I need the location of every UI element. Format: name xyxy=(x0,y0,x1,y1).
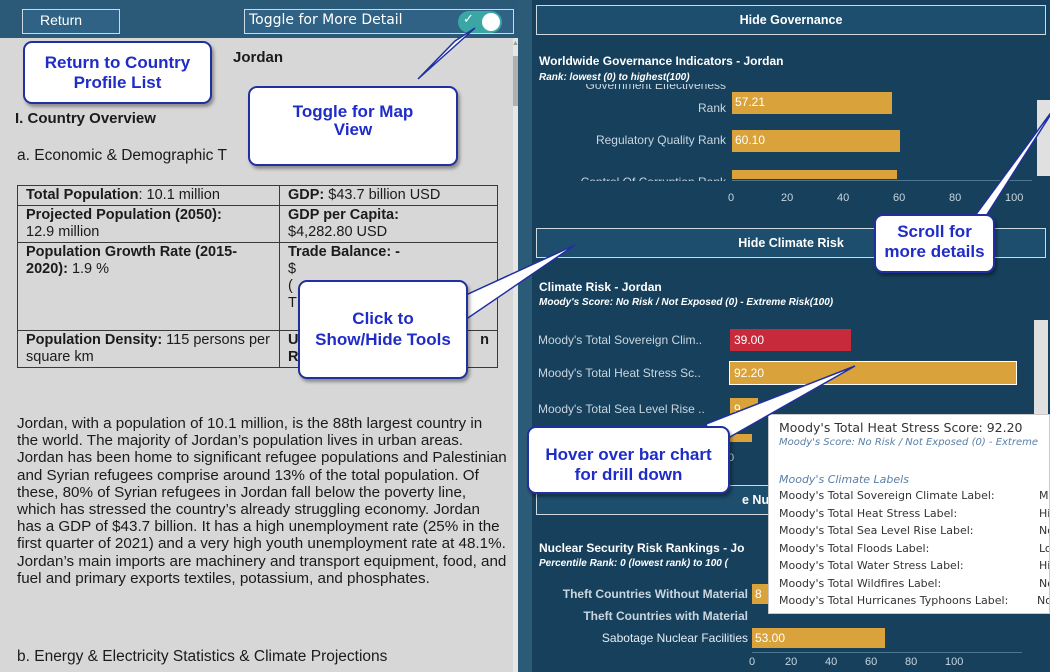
bar-value-label: 8 xyxy=(755,587,762,601)
bar-value-label: 57.21 xyxy=(735,95,766,109)
drilldown-tooltip: Moody's Total Heat Stress Score: 92.20 M… xyxy=(768,414,1050,614)
tooltip-row-value: Hi xyxy=(1039,559,1050,572)
governance-chart-subtitle: Rank: lowest (0) to highest(100) xyxy=(539,72,690,83)
table-row: Projected Population (2050): 12.9 million… xyxy=(17,205,498,243)
axis-tick-label: 100 xyxy=(1005,192,1024,204)
bar-label: Sabotage Nuclear Facilities xyxy=(601,631,748,645)
bar-label: Regulatory Quality Rank xyxy=(595,133,726,147)
bar-label: Theft Countries Without Material xyxy=(562,587,748,601)
toggle-knob xyxy=(482,13,500,31)
tooltip-row-label: Moody's Total Heat Stress Label: xyxy=(779,506,958,520)
detail-toggle-switch[interactable]: ✓ xyxy=(458,11,502,33)
table-row: Total Population: 10.1 million GDP: $43.… xyxy=(17,185,498,206)
tooltip-row-value: Lo xyxy=(1039,541,1049,555)
tooltip-row-value: No xyxy=(1037,594,1049,607)
bar-value-label: 60.10 xyxy=(735,133,766,147)
axis-tick-label: 80 xyxy=(905,656,918,668)
axis-tick-label: 40 xyxy=(837,192,850,204)
subsection-heading: a. Economic & Demographic T xyxy=(17,147,227,164)
tooltip-row-value: No xyxy=(1039,524,1049,537)
bar[interactable] xyxy=(729,361,1017,385)
table-cell: GDP: $43.7 billion USD xyxy=(279,185,498,206)
bar-label: Moody's Total Sovereign Clim.. xyxy=(538,333,703,347)
tooltip-row-label: Moody's Total Floods Label: xyxy=(779,541,930,555)
axis-tick-label: 60 xyxy=(865,656,878,668)
return-button[interactable]: Return xyxy=(22,9,120,34)
bar-label: Theft Countries with Material xyxy=(583,609,748,623)
tooltip-row-value: M xyxy=(1039,489,1049,502)
axis-tick-label: 20 xyxy=(785,656,798,668)
tooltip-heading: Moody's Climate Labels xyxy=(779,473,909,486)
bar-label: Control Of Corruption Rank xyxy=(581,172,726,181)
governance-chart-title: Worldwide Governance Indicators - Jordan xyxy=(539,54,784,68)
axis-line xyxy=(752,652,1022,653)
axis-tick-label: 0 xyxy=(728,192,735,204)
axis-tick-label: 100 xyxy=(945,656,964,668)
callout-map-toggle: Toggle for Map View xyxy=(248,86,458,166)
callout-return: Return to Country Profile List xyxy=(23,41,212,104)
tooltip-row-value: No xyxy=(1039,576,1049,590)
tooltip-row-label: Moody's Total Hurricanes Typhoons Label: xyxy=(779,594,1009,607)
climate-chart-subtitle: Moody's Score: No Risk / Not Exposed (0)… xyxy=(539,297,834,308)
section-heading: I. Country Overview xyxy=(15,110,156,127)
bar-label: Moody's Total Heat Stress Sc.. xyxy=(538,366,701,380)
tooltip-row-label: Moody's Total Water Stress Label: xyxy=(779,559,964,572)
axis-tick-label: 80 xyxy=(949,192,962,204)
axis-tick-label: 60 xyxy=(893,192,906,204)
nuclear-chart-title: Nuclear Security Risk Rankings - Jo xyxy=(539,541,745,555)
climate-scrollbar[interactable] xyxy=(1034,320,1048,420)
axis-line xyxy=(732,180,1032,181)
bar-label: Moody's Total Sea Level Rise .. xyxy=(538,402,705,416)
tooltip-row-label: Moody's Total Sovereign Climate Label: xyxy=(779,489,995,502)
nuclear-chart-subtitle: Percentile Rank: 0 (lowest rank) to 100 … xyxy=(539,558,728,569)
hide-governance-button[interactable]: Hide Governance xyxy=(536,5,1046,35)
callout-hover: Hover over bar chart for drill down xyxy=(527,426,730,494)
bar[interactable] xyxy=(730,434,752,442)
table-cell: Population Growth Rate (2015-2020): 1.9 … xyxy=(17,242,280,331)
tooltip-row-label: Moody's Total Sea Level Rise Label: xyxy=(779,524,974,537)
axis-tick-label: 0 xyxy=(749,656,756,668)
axis-tick-label: 40 xyxy=(825,656,838,668)
tooltip-row-label: Moody's Total Wildfires Label: xyxy=(779,576,942,590)
bar-value-label: 53.00 xyxy=(755,631,786,645)
bar-value-label: 9 xyxy=(734,402,741,416)
table-cell: GDP per Capita: $4,282.80 USD xyxy=(279,205,498,243)
tooltip-title: Moody's Total Heat Stress Score: 92.20 xyxy=(779,420,1023,435)
bar-label: Rank xyxy=(697,101,726,115)
panel-divider[interactable] xyxy=(518,0,532,672)
bar-value-label: 92.20 xyxy=(734,366,765,380)
bar-value-label: 39.00 xyxy=(734,333,765,347)
table-cell: Population Density: 115 persons per squa… xyxy=(17,330,280,368)
overview-paragraph: Jordan, with a population of 10.1 millio… xyxy=(17,415,507,587)
country-title: Jordan xyxy=(233,49,284,66)
top-toolbar: Return Toggle for More Detail ✓ xyxy=(0,0,518,38)
governance-scrollbar[interactable] xyxy=(1037,100,1050,176)
tooltip-subtitle: Moody's Score: No Risk / Not Exposed (0)… xyxy=(779,437,1039,448)
bar-label: Government Effectiveness xyxy=(585,84,726,92)
table-cell: Total Population: 10.1 million xyxy=(17,185,280,206)
check-icon: ✓ xyxy=(463,12,474,27)
callout-scroll: Scroll for more details xyxy=(874,214,995,273)
callout-show-hide-tools: Click to Show/Hide Tools xyxy=(298,280,468,379)
tooltip-row-value: Hi xyxy=(1039,506,1050,520)
subsection-heading: b. Energy & Electricity Statistics & Cli… xyxy=(17,648,388,665)
bar[interactable] xyxy=(732,170,898,179)
table-cell: Projected Population (2050): 12.9 million xyxy=(17,205,280,243)
axis-tick-label: 20 xyxy=(781,192,794,204)
climate-chart-title: Climate Risk - Jordan xyxy=(539,280,662,294)
